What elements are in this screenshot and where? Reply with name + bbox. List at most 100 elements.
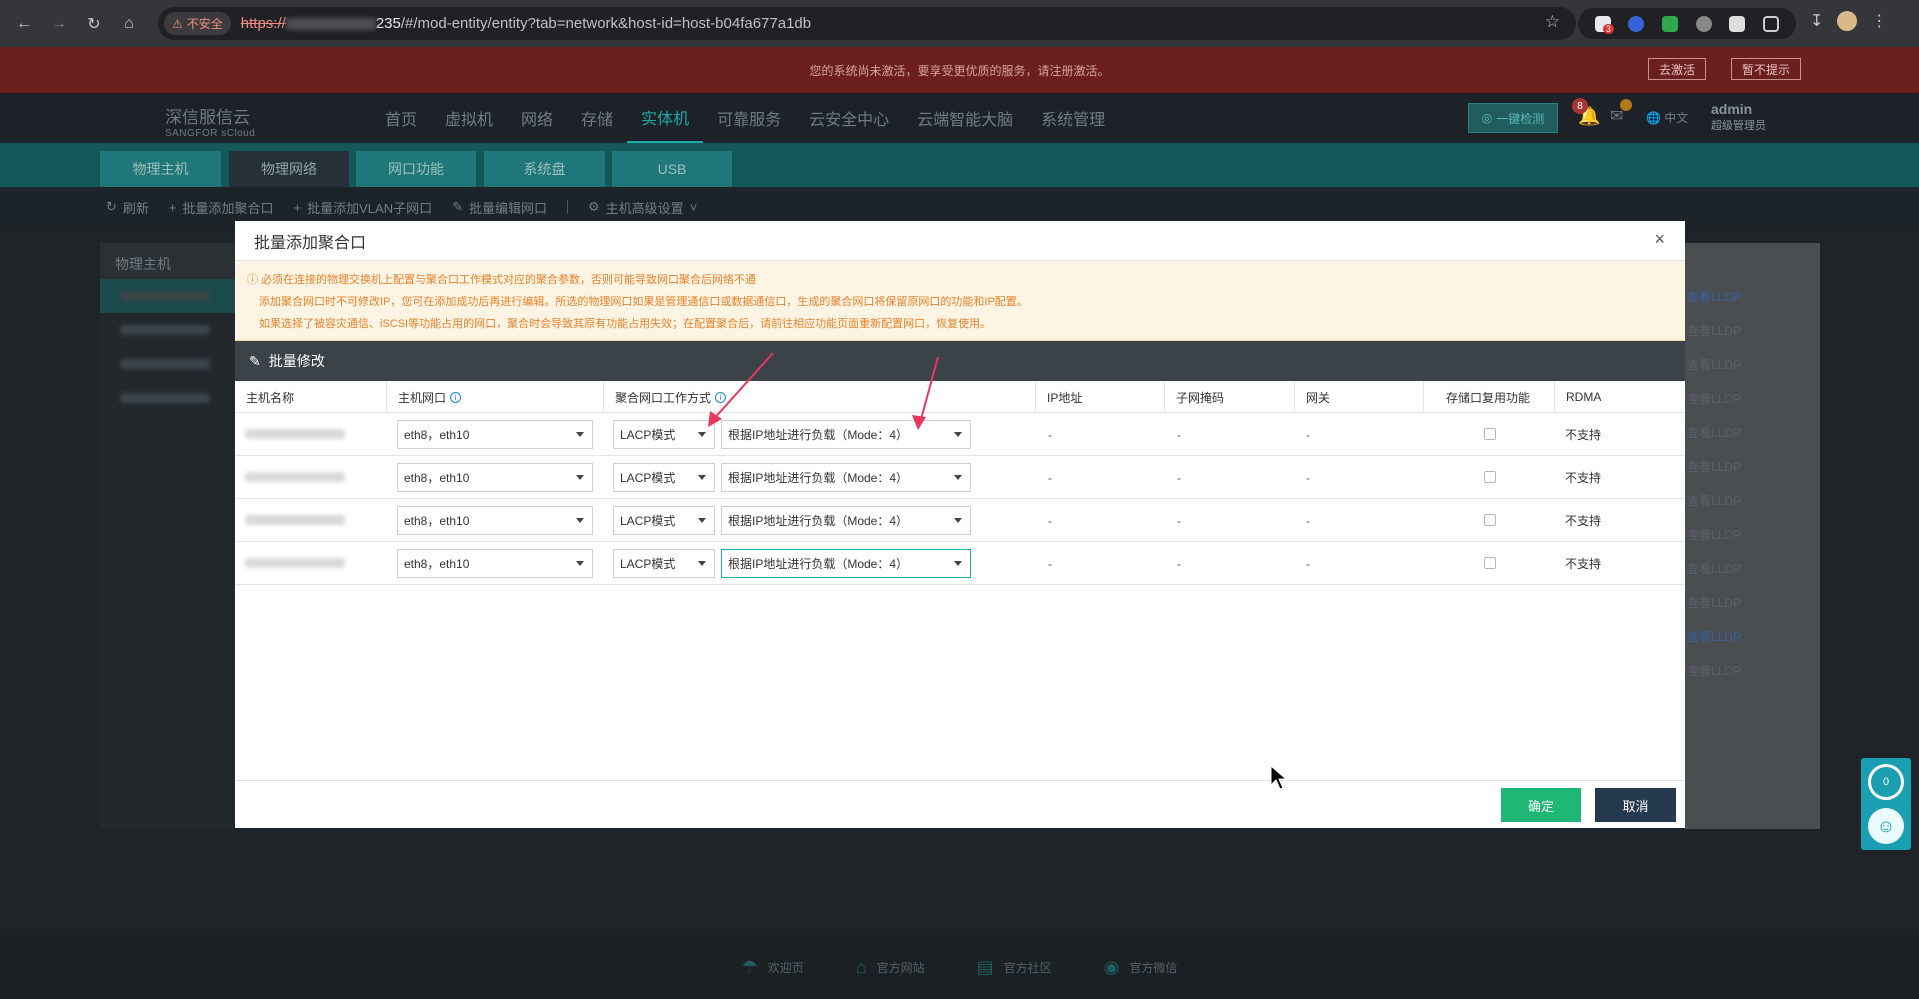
footer-website-link[interactable]: ⌂ 官方网站 bbox=[856, 957, 925, 978]
storage-reuse-checkbox[interactable] bbox=[1484, 471, 1496, 483]
view-lldp-link[interactable]: 查看LLDP bbox=[1685, 279, 1820, 313]
view-lldp-link[interactable]: 查看LLDP bbox=[1685, 313, 1820, 347]
storage-reuse-checkbox[interactable] bbox=[1484, 428, 1496, 440]
menu-icon[interactable]: ⋮ bbox=[1871, 11, 1887, 31]
load-balance-select[interactable]: 根据IP地址进行负载（Mode：4） bbox=[721, 463, 971, 492]
annotation-arrows bbox=[708, 352, 939, 430]
forward-icon[interactable]: → bbox=[48, 13, 70, 35]
view-lldp-link[interactable]: 查看LLDP bbox=[1685, 381, 1820, 415]
view-lldp-link[interactable]: 查看LLDP bbox=[1685, 585, 1820, 619]
tab-port-function[interactable]: 网口功能 bbox=[356, 151, 476, 187]
load-balance-select[interactable]: 根据IP地址进行负载（Mode：4） bbox=[721, 549, 971, 578]
gateway-value: - bbox=[1306, 428, 1310, 442]
col-host-ports-label: 主机网口 bbox=[398, 390, 447, 405]
view-lldp-link[interactable]: 查看LLDP bbox=[1685, 347, 1820, 381]
host-ports-select[interactable]: eth8，eth10 bbox=[397, 463, 593, 492]
close-icon[interactable]: × bbox=[1654, 229, 1665, 250]
menu-item-network[interactable]: 网络 bbox=[507, 93, 567, 143]
storage-reuse-checkbox[interactable] bbox=[1484, 557, 1496, 569]
one-click-detect-button[interactable]: ◎ 一键检测 bbox=[1468, 103, 1558, 133]
language-switch[interactable]: 🌐 中文 bbox=[1646, 109, 1688, 126]
bond-mode-select[interactable]: LACP模式 bbox=[613, 463, 715, 492]
globe-icon: 🌐 bbox=[1646, 111, 1661, 125]
menu-item-vm[interactable]: 虚拟机 bbox=[431, 93, 507, 143]
bond-mode-select[interactable]: LACP模式 bbox=[613, 549, 715, 578]
host-list-item[interactable] bbox=[100, 347, 236, 381]
bookmark-star-icon[interactable]: ☆ bbox=[1545, 12, 1560, 32]
tab-physical-network[interactable]: 物理网络 bbox=[229, 151, 349, 187]
notification-badge: 8 bbox=[1572, 98, 1588, 114]
tab-usb[interactable]: USB bbox=[612, 151, 732, 187]
view-lldp-link[interactable]: 查看LLDP bbox=[1685, 551, 1820, 585]
advanced-label: 主机高级设置 bbox=[605, 200, 684, 216]
menu-item-storage[interactable]: 存储 bbox=[567, 93, 627, 143]
user-menu[interactable]: admin 超级管理员 bbox=[1711, 101, 1766, 133]
host-ports-select[interactable]: eth8，eth10 bbox=[397, 549, 593, 578]
load-balance-select[interactable]: 根据IP地址进行负载（Mode：4） bbox=[721, 506, 971, 535]
extension-icon[interactable] bbox=[1628, 15, 1645, 32]
view-lldp-link[interactable]: 查看LLDP bbox=[1685, 619, 1820, 653]
extension-icon[interactable]: 3 bbox=[1594, 15, 1614, 34]
view-lldp-link[interactable]: 查看LLDP bbox=[1685, 449, 1820, 483]
document-extension-icon[interactable] bbox=[1729, 15, 1746, 32]
host-list-item[interactable] bbox=[100, 279, 236, 313]
menu-item-physical[interactable]: 实体机 bbox=[627, 93, 704, 143]
detect-label: 一键检测 bbox=[1496, 111, 1545, 126]
load-balance-value: 根据IP地址进行负载（Mode：4） bbox=[728, 514, 909, 528]
menu-item-system[interactable]: 系统管理 bbox=[1027, 93, 1119, 143]
support-widget[interactable]: 0 ☺ bbox=[1861, 758, 1911, 850]
view-lldp-link[interactable]: 查看LLDP bbox=[1685, 415, 1820, 449]
view-lldp-link[interactable]: 查看LLDP bbox=[1685, 483, 1820, 517]
bond-mode-select[interactable]: LACP模式 bbox=[613, 506, 715, 535]
advanced-settings-button[interactable]: ⚙ 主机高级设置 ˅ bbox=[588, 198, 697, 217]
url-text[interactable]: https:// 235/#/mod-entity/entity?tab=netw… bbox=[241, 15, 811, 32]
puzzle-extension-icon[interactable] bbox=[1763, 15, 1780, 32]
view-lldp-link[interactable]: 查看LLDP bbox=[1685, 653, 1820, 687]
host-name-redacted bbox=[245, 472, 345, 482]
host-list-item[interactable] bbox=[100, 313, 236, 347]
widget-counter[interactable]: 0 bbox=[1868, 764, 1904, 800]
back-icon[interactable]: ← bbox=[13, 13, 35, 35]
footer-community-link[interactable]: ▤ 官方社区 bbox=[977, 957, 1052, 978]
add-bond-button[interactable]: + 批量添加聚合口 bbox=[169, 198, 274, 217]
extension-icon[interactable] bbox=[1695, 15, 1712, 32]
logo-cn: 深信服信云 bbox=[165, 108, 250, 127]
info-icon[interactable]: i bbox=[450, 391, 462, 403]
activate-button[interactable]: 去激活 bbox=[1648, 58, 1707, 80]
confirm-button[interactable]: 确定 bbox=[1501, 788, 1581, 822]
address-bar[interactable]: ⚠ 不安全 https:// 235/#/mod-entity/entity?tab… bbox=[158, 7, 1576, 40]
menu-item-home[interactable]: 首页 bbox=[371, 93, 431, 143]
plus-icon: + bbox=[293, 199, 302, 215]
menu-item-security[interactable]: 云安全中心 bbox=[795, 93, 903, 143]
menu-item-reliability[interactable]: 可靠服务 bbox=[703, 93, 795, 143]
footer-welcome-link[interactable]: ☂ 欢迎页 bbox=[742, 957, 804, 978]
dismiss-button[interactable]: 暂不提示 bbox=[1731, 58, 1802, 80]
host-ports-value: eth8，eth10 bbox=[404, 514, 470, 528]
footer-wechat-link[interactable]: ◉ 官方微信 bbox=[1104, 957, 1178, 978]
menu-item-brain[interactable]: 云端智能大脑 bbox=[903, 93, 1027, 143]
shield-extension-icon[interactable] bbox=[1662, 15, 1679, 32]
gateway-value: - bbox=[1306, 514, 1310, 528]
home-icon[interactable]: ⌂ bbox=[118, 13, 140, 35]
insecure-label: 不安全 bbox=[186, 17, 223, 31]
storage-reuse-checkbox[interactable] bbox=[1484, 514, 1496, 526]
host-ports-select[interactable]: eth8，eth10 bbox=[397, 506, 593, 535]
view-lldp-link[interactable]: 查看LLDP bbox=[1685, 517, 1820, 551]
table-row: eth8，eth10 LACP模式 根据IP地址进行负载（Mode：4） - -… bbox=[235, 542, 1685, 585]
activation-notice: 您的系统尚未激活，要享受更优质的服务，请注册激活。 去激活 暂不提示 bbox=[0, 47, 1919, 93]
download-icon[interactable]: ↧ bbox=[1810, 11, 1823, 31]
insecure-badge[interactable]: ⚠ 不安全 bbox=[164, 12, 231, 35]
logo-en: SANGFOR sCloud bbox=[165, 128, 256, 139]
refresh-button[interactable]: ↻ 刷新 bbox=[106, 198, 149, 217]
cancel-button[interactable]: 取消 bbox=[1595, 788, 1676, 822]
robot-icon[interactable]: ☺ bbox=[1868, 808, 1904, 844]
host-ports-select[interactable]: eth8，eth10 bbox=[397, 420, 593, 449]
reload-icon[interactable]: ↻ bbox=[83, 13, 105, 35]
gateway-value: - bbox=[1306, 557, 1310, 571]
tab-system-disk[interactable]: 系统盘 bbox=[484, 151, 605, 187]
edit-ports-button[interactable]: ✎ 批量编辑网口 bbox=[452, 198, 547, 217]
tab-physical-host[interactable]: 物理主机 bbox=[100, 151, 221, 187]
host-list-item[interactable] bbox=[100, 381, 236, 415]
profile-avatar[interactable] bbox=[1837, 11, 1858, 31]
add-vlan-button[interactable]: + 批量添加VLAN子网口 bbox=[294, 198, 433, 217]
